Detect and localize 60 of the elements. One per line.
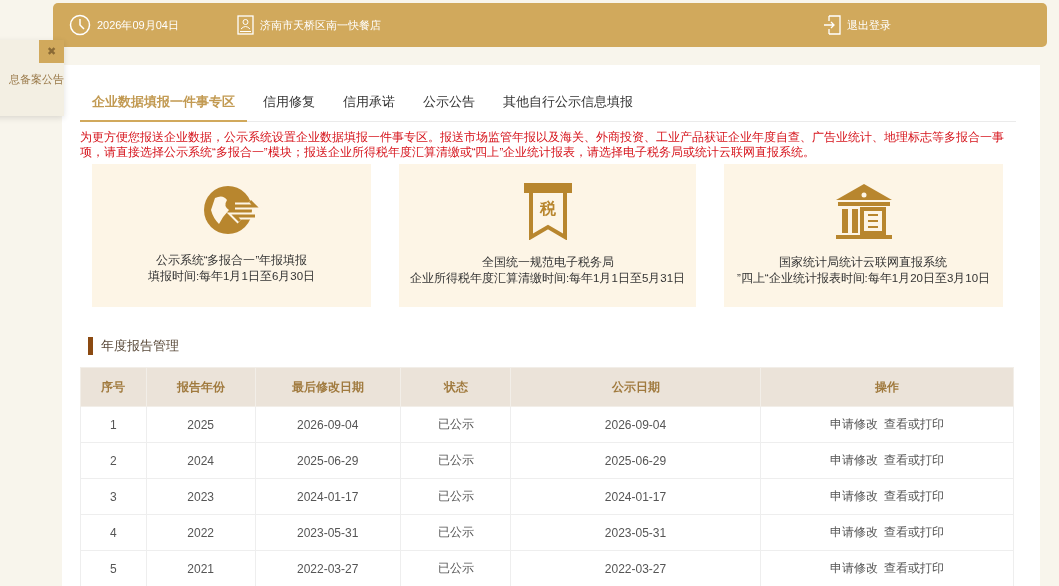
table-cell: 2024-01-17: [510, 478, 761, 515]
table-cell: 2: [80, 442, 147, 479]
table-cell: 3: [80, 478, 147, 515]
section-title: 年度报告管理: [101, 337, 179, 355]
action-link[interactable]: 申请修改: [829, 561, 878, 575]
card-subtitle: 企业所得税年度汇算清缴时间:每年1月1日至5月31日: [409, 271, 686, 286]
table-cell: 1: [80, 406, 147, 443]
service-card[interactable]: 公示系统“多报合一”年报填报 填报时间:每年1月1日至6月30日: [92, 164, 371, 307]
table-cell: 5: [80, 550, 147, 586]
table-cell: 已公示: [400, 442, 511, 479]
action-link[interactable]: 申请修改: [829, 489, 878, 503]
table-cell: 已公示: [400, 406, 511, 443]
logout-icon: [823, 15, 841, 35]
notice-text: 为更方便您报送企业数据，公示系统设置企业数据填报一件事专区。报送市场监管年报以及海关、外商投资、工业产品获证企业年度自查、广告业统计、地理标志等多报合一事项，请直接选择公示系统“多报合一”模块；报送企业所得税年度汇算清缴或“四上”企业统计报表，请选择电子税务局或统计云联网直报系统。: [80, 130, 1005, 160]
table-cell: 2024: [146, 442, 256, 479]
column-header: 最后修改日期: [255, 367, 401, 407]
action-link[interactable]: 查看或打印: [883, 489, 944, 503]
action-link[interactable]: 申请修改: [829, 453, 878, 467]
action-link[interactable]: 查看或打印: [883, 417, 944, 431]
card-subtitle: 填报时间:每年1月1日至6月30日: [147, 269, 316, 284]
column-header: 报告年份: [146, 367, 256, 407]
clock-icon: [69, 14, 91, 36]
card-title: 国家统计局统计云联网直报系统: [778, 255, 949, 270]
popup-text: 息备案公告: [9, 72, 64, 87]
shop-name: 济南市天桥区南一快餐店: [260, 17, 381, 33]
table-cell: 已公示: [400, 478, 511, 515]
card-title: 公示系统“多报合一”年报填报: [154, 253, 309, 268]
action-link[interactable]: 查看或打印: [883, 525, 944, 539]
tab[interactable]: 信用修复: [251, 87, 327, 122]
table-cell: 2023-05-31: [255, 514, 401, 551]
card-subtitle: ”四上“企业统计报表时间:每年1月20日至3月10日: [736, 271, 991, 286]
id-card-icon: [237, 15, 254, 35]
service-card[interactable]: 国家统计局统计云联网直报系统 ”四上“企业统计报表时间:每年1月20日至3月10日: [724, 164, 1003, 307]
table-cell: 2022: [146, 514, 256, 551]
table-cell: 2026-09-04: [510, 406, 761, 443]
table-cell: 2025-06-29: [510, 442, 761, 479]
table-cell: 2024-01-17: [255, 478, 401, 515]
tab[interactable]: 其他自行公示信息填报: [491, 87, 645, 122]
action-link[interactable]: 查看或打印: [883, 561, 944, 575]
column-header: 序号: [80, 367, 147, 407]
column-header: 公示日期: [510, 367, 761, 407]
table-cell: 2025: [146, 406, 256, 443]
table-cell: 4: [80, 514, 147, 551]
table-cell: 2025-06-29: [255, 442, 401, 479]
table-cell: 2026-09-04: [255, 406, 401, 443]
tab[interactable]: 公示公告: [411, 87, 487, 122]
table-cell: 已公示: [400, 514, 511, 551]
section-marker: [88, 337, 93, 355]
action-link[interactable]: 查看或打印: [883, 453, 944, 467]
action-link[interactable]: 申请修改: [829, 417, 878, 431]
column-header: 状态: [400, 367, 511, 407]
tab[interactable]: 信用承诺: [331, 87, 407, 122]
column-header: 操作: [760, 367, 1014, 407]
table-cell: 2023-05-31: [510, 514, 761, 551]
action-link[interactable]: 申请修改: [829, 525, 878, 539]
government-building-icon: [833, 182, 894, 240]
date-text: 2026年09月04日: [97, 17, 179, 33]
table-cell: 2023: [146, 478, 256, 515]
service-card[interactable]: 税 全国统一规范电子税务局 企业所得税年度汇算清缴时间:每年1月1日至5月31日: [399, 164, 696, 307]
card-title: 全国统一规范电子税务局: [480, 255, 615, 270]
